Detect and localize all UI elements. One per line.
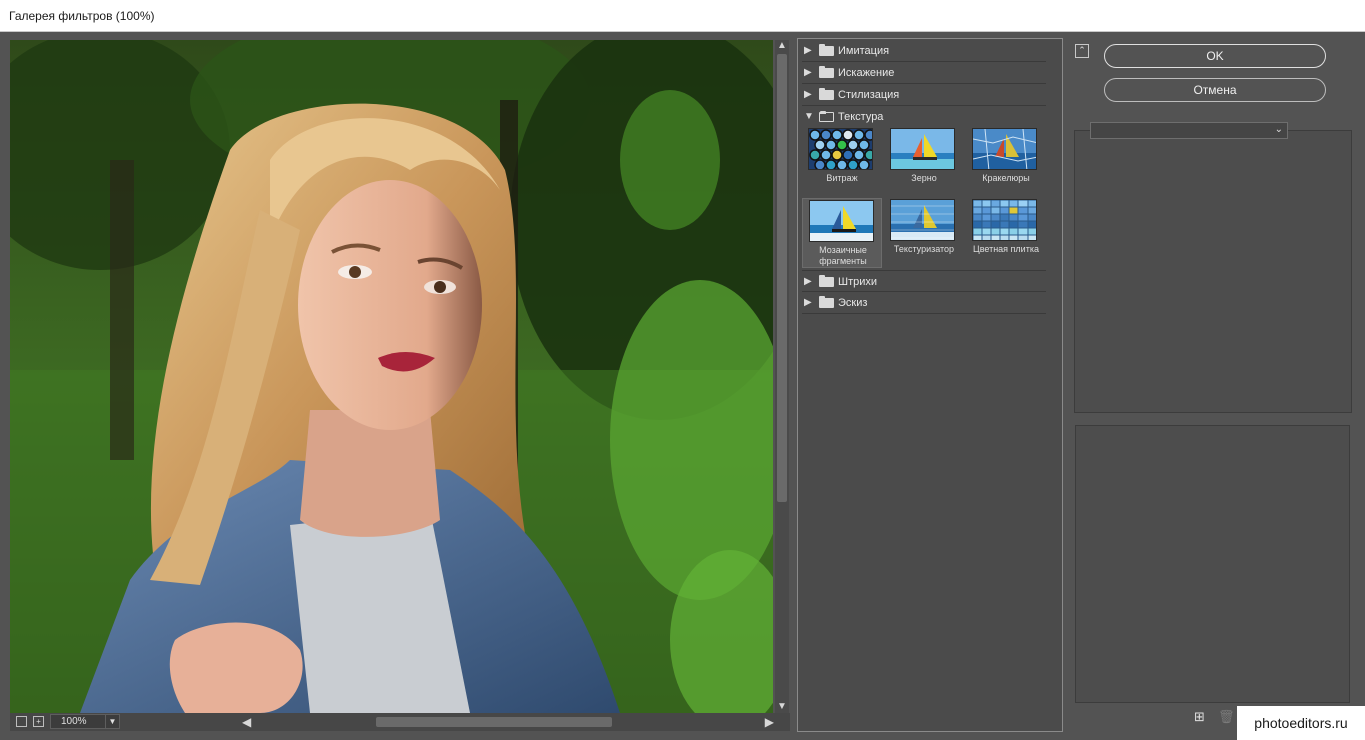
- open-folder-icon: [819, 111, 834, 122]
- patchwork-thumbnail: [972, 199, 1037, 241]
- filter-texturizer[interactable]: Текстуризатор: [884, 198, 964, 268]
- folder-icon: [819, 66, 834, 78]
- grain-thumbnail: [890, 128, 955, 170]
- filter-label: Текстуризатор: [893, 244, 955, 254]
- filter-browser: ▶ Имитация ▶ Искажение ▶ Стилизация ▼ Те…: [797, 38, 1063, 732]
- filter-stained-glass[interactable]: Витраж: [802, 127, 882, 197]
- scroll-left-icon[interactable]: ◀: [242, 715, 251, 729]
- scroll-down-icon[interactable]: ▼: [777, 702, 787, 712]
- scroll-right-icon[interactable]: ▶: [765, 715, 774, 729]
- category-sketch[interactable]: ▶ Эскиз: [802, 292, 1046, 314]
- horizontal-scroll-thumb[interactable]: [376, 717, 612, 727]
- cancel-button[interactable]: Отмена: [1104, 78, 1326, 102]
- effect-layers-panel: [1075, 425, 1350, 703]
- expand-triangle-icon[interactable]: ▶: [804, 45, 812, 56]
- filter-mosaic-tiles[interactable]: Мозаичные фрагменты: [802, 198, 882, 268]
- zoom-select[interactable]: 100% ▼: [50, 714, 120, 729]
- preview-status-bar: + 100% ▼ ◀ ▶: [10, 713, 790, 731]
- filter-label: Зерно: [911, 173, 937, 183]
- folder-icon: [819, 275, 834, 287]
- category-texture[interactable]: ▼ Текстура: [802, 106, 1046, 128]
- zoom-out-icon[interactable]: [16, 716, 27, 727]
- scroll-up-icon[interactable]: ▲: [777, 41, 787, 51]
- preview-vertical-scrollbar[interactable]: ▲ ▼: [775, 40, 789, 713]
- texturizer-thumbnail: [890, 199, 955, 241]
- vertical-scroll-thumb[interactable]: [777, 54, 787, 502]
- chevron-down-icon[interactable]: ⌄: [1275, 124, 1283, 135]
- folder-icon: [819, 88, 834, 100]
- new-effect-layer-icon[interactable]: ⊞: [1193, 710, 1206, 723]
- filter-select[interactable]: ⌄: [1090, 122, 1288, 139]
- collapse-gallery-icon[interactable]: ⌃: [1075, 44, 1089, 58]
- category-stylize[interactable]: ▶ Стилизация: [802, 84, 1046, 106]
- stained-glass-thumbnail: [808, 128, 873, 170]
- filter-parameters-panel: [1074, 130, 1352, 413]
- zoom-in-icon[interactable]: +: [33, 716, 44, 727]
- filter-label: Витраж: [826, 173, 858, 183]
- expand-triangle-icon[interactable]: ▶: [804, 89, 812, 100]
- folder-icon: [819, 296, 834, 308]
- filter-grain[interactable]: Зерно: [884, 127, 964, 197]
- preview-photo: [10, 40, 773, 713]
- ok-button[interactable]: OK: [1104, 44, 1326, 68]
- mosaic-tiles-thumbnail: [809, 200, 874, 242]
- texture-filter-grid: Витраж Зерно Кракелюры Мозаичные фрагмен…: [802, 127, 1046, 269]
- expand-triangle-icon[interactable]: ▶: [804, 67, 812, 78]
- title-bar: Галерея фильтров (100%): [0, 0, 1365, 32]
- filter-label: Мозаичные фрагменты: [819, 245, 867, 266]
- filter-craquelure[interactable]: Кракелюры: [966, 127, 1046, 197]
- window-title: Галерея фильтров (100%): [9, 9, 155, 23]
- filter-label: Цветная плитка: [973, 244, 1039, 254]
- category-brush-strokes[interactable]: ▶ Штрихи: [802, 270, 1046, 292]
- trash-icon[interactable]: 🗑: [1218, 710, 1235, 723]
- expand-triangle-icon[interactable]: ▶: [804, 297, 812, 308]
- craquelure-thumbnail: [972, 128, 1037, 170]
- preview-canvas[interactable]: [10, 40, 773, 713]
- folder-icon: [819, 44, 834, 56]
- category-imitation[interactable]: ▶ Имитация: [802, 40, 1046, 62]
- category-distortion[interactable]: ▶ Искажение: [802, 62, 1046, 84]
- expand-triangle-icon[interactable]: ▶: [804, 276, 812, 287]
- filter-label: Кракелюры: [982, 173, 1030, 183]
- preview-horizontal-scrollbar[interactable]: ◀ ▶: [242, 715, 774, 729]
- zoom-value: 100%: [61, 716, 87, 727]
- filter-patchwork[interactable]: Цветная плитка: [966, 198, 1046, 268]
- chevron-down-icon[interactable]: ▼: [105, 715, 119, 728]
- watermark: photoeditors.ru: [1237, 706, 1365, 740]
- collapse-triangle-icon[interactable]: ▼: [804, 111, 814, 122]
